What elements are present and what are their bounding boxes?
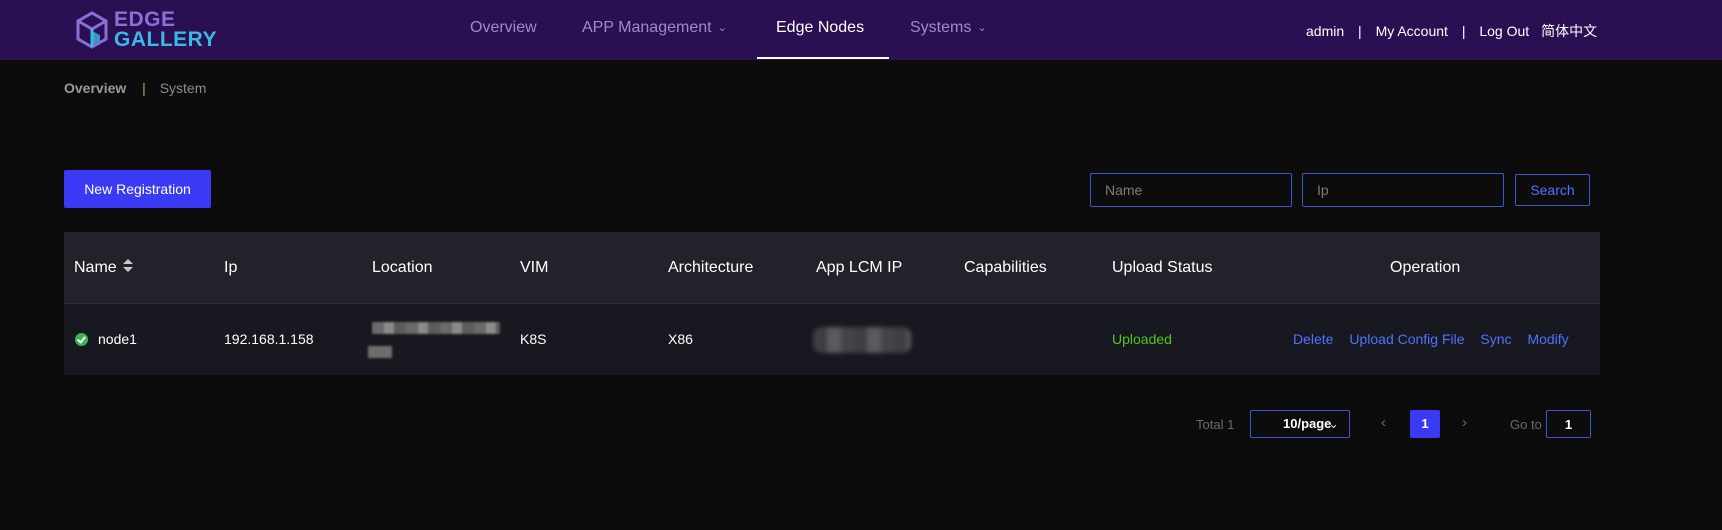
column-header-architecture: Architecture <box>668 259 754 276</box>
next-page-icon[interactable]: › <box>1462 410 1467 436</box>
column-header-upload-status: Upload Status <box>1112 259 1213 276</box>
breadcrumb-overview[interactable]: Overview <box>64 80 126 96</box>
table-row: node1 192.168.1.158 K8S X86 Uploaded Del… <box>64 304 1600 375</box>
cube-logo-icon <box>76 11 108 49</box>
username[interactable]: admin <box>1306 23 1344 39</box>
cell-upload-status: Uploaded <box>1112 331 1172 347</box>
page-size-select[interactable]: 10/page ⌄ <box>1250 410 1350 438</box>
breadcrumb-separator: | <box>142 80 146 96</box>
nav-app-management[interactable]: APP Management ⌄ <box>582 0 727 60</box>
top-navigation-bar: EDGE GALLERY Overview APP Management ⌄ Ed… <box>0 0 1722 60</box>
page-size-value: 10/page <box>1283 416 1332 431</box>
goto-page-input[interactable] <box>1546 410 1591 438</box>
column-header-vim: VIM <box>520 259 549 276</box>
sort-icon[interactable] <box>122 258 133 273</box>
column-header-name[interactable]: Name <box>74 232 133 304</box>
chevron-down-icon: ⌄ <box>977 22 987 34</box>
cell-vim: K8S <box>520 331 547 347</box>
nav-systems-label: Systems <box>910 19 972 36</box>
modify-link[interactable]: Modify <box>1527 331 1568 347</box>
page-number-current[interactable]: 1 <box>1410 410 1440 438</box>
nav-app-management-label: APP Management <box>582 19 712 36</box>
prev-page-icon[interactable]: ‹ <box>1381 410 1386 436</box>
cell-architecture: X86 <box>668 331 693 347</box>
nav-edge-nodes[interactable]: Edge Nodes <box>776 0 864 60</box>
upload-config-file-link[interactable]: Upload Config File <box>1349 331 1464 347</box>
nav-overview-label: Overview <box>470 19 537 36</box>
logo-text-gallery: GALLERY <box>114 28 218 51</box>
logo[interactable]: EDGE GALLERY <box>76 8 218 51</box>
goto-label: Go to <box>1510 417 1542 432</box>
cell-app-lcm-ip-redacted <box>813 327 911 353</box>
nav-systems[interactable]: Systems ⌄ <box>910 0 987 60</box>
nav-edge-nodes-label: Edge Nodes <box>776 19 865 36</box>
separator: | <box>1358 23 1362 39</box>
logout-link[interactable]: Log Out <box>1479 23 1529 39</box>
cell-operation: Delete Upload Config File Sync Modify <box>1293 304 1581 375</box>
sync-link[interactable]: Sync <box>1480 331 1511 347</box>
edge-nodes-table: Name Ip Location VIM Architecture App LC… <box>64 232 1600 375</box>
search-button[interactable]: Search <box>1515 174 1590 206</box>
column-header-location: Location <box>372 259 433 276</box>
cell-ip: 192.168.1.158 <box>224 331 314 347</box>
delete-link[interactable]: Delete <box>1293 331 1333 347</box>
pagination-total: Total 1 <box>1196 417 1235 432</box>
active-tab-indicator <box>757 57 889 59</box>
my-account-link[interactable]: My Account <box>1376 23 1448 39</box>
name-search-input[interactable] <box>1090 173 1292 207</box>
nav-overview[interactable]: Overview <box>470 0 537 60</box>
column-header-name-label: Name <box>74 259 117 276</box>
new-registration-button[interactable]: New Registration <box>64 170 211 208</box>
cell-name: node1 <box>98 331 137 347</box>
breadcrumb: Overview | System <box>64 80 206 96</box>
ip-search-input[interactable] <box>1302 173 1504 207</box>
column-header-app-lcm-ip: App LCM IP <box>816 259 903 276</box>
breadcrumb-system: System <box>159 80 207 96</box>
separator: | <box>1461 23 1466 39</box>
logo-text-edge: EDGE <box>114 8 176 31</box>
language-switch[interactable]: 简体中文 <box>1541 23 1597 39</box>
chevron-down-icon: ⌄ <box>1328 416 1339 431</box>
column-header-operation: Operation <box>1390 259 1461 276</box>
column-header-ip: Ip <box>224 259 238 276</box>
chevron-down-icon: ⌄ <box>717 22 727 34</box>
column-header-capabilities: Capabilities <box>964 259 1047 276</box>
cell-location-redacted <box>368 322 500 358</box>
online-status-icon <box>75 333 88 346</box>
user-menu: admin | My Account | Log Out 简体中文 <box>1306 0 1597 60</box>
table-header: Name Ip Location VIM Architecture App LC… <box>64 232 1600 304</box>
